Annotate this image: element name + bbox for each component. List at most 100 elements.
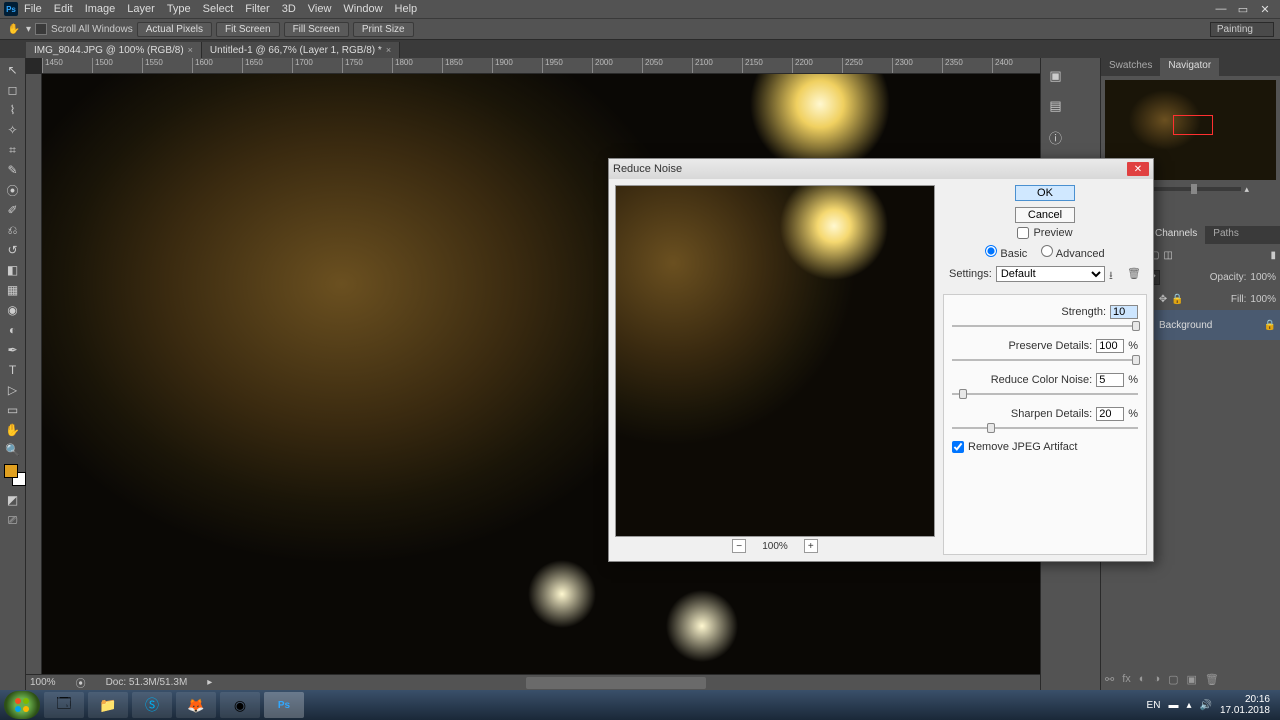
eyedropper-tool-icon[interactable]: ✎	[2, 160, 24, 180]
type-tool-icon[interactable]: T	[2, 360, 24, 380]
crop-tool-icon[interactable]: ⌗	[2, 140, 24, 160]
tab-close-icon[interactable]: ×	[188, 45, 193, 55]
menu-select[interactable]: Select	[203, 3, 234, 15]
lasso-tool-icon[interactable]: ⌇	[2, 100, 24, 120]
preserve-details-input[interactable]	[1096, 339, 1124, 353]
tab-img8044[interactable]: IMG_8044.JPG @ 100% (RGB/8)×	[26, 42, 202, 58]
taskbar-folder-icon[interactable]: 📁	[88, 692, 128, 718]
fill-adj-icon[interactable]: ◑	[1153, 673, 1160, 685]
lock-all-icon[interactable]: 🔒	[1171, 294, 1183, 305]
advanced-radio[interactable]	[1041, 245, 1053, 257]
swatches-tab[interactable]: Swatches	[1101, 58, 1160, 76]
filter-toggle[interactable]: ▮	[1270, 250, 1276, 261]
nav-zoom-slider[interactable]	[1141, 187, 1241, 191]
brush-tool-icon[interactable]: ✐	[2, 200, 24, 220]
trash-icon[interactable]: 🗑	[1205, 673, 1219, 686]
tab-close-icon[interactable]: ×	[386, 45, 391, 55]
actions-panel-icon[interactable]: ▤	[1049, 98, 1061, 114]
hand-tool-icon[interactable]: ✋	[2, 420, 24, 440]
lock-pos-icon[interactable]: ✥	[1159, 294, 1167, 305]
dialog-titlebar[interactable]: Reduce Noise ✕	[609, 159, 1153, 179]
print-size-button[interactable]: Print Size	[353, 22, 414, 37]
navigator-tab[interactable]: Navigator	[1160, 58, 1219, 76]
gradient-tool-icon[interactable]: ▦	[2, 280, 24, 300]
navigator-viewport[interactable]	[1173, 115, 1213, 135]
fit-screen-button[interactable]: Fit Screen	[216, 22, 280, 37]
hand-tool-icon[interactable]: ✋	[6, 21, 22, 37]
preserve-slider[interactable]	[952, 355, 1138, 365]
start-button[interactable]	[4, 691, 40, 719]
layer-name[interactable]: Background	[1159, 320, 1212, 331]
tray-volume-icon[interactable]: 🔊	[1199, 700, 1211, 711]
menu-image[interactable]: Image	[85, 3, 116, 15]
workspace-menu[interactable]: Painting	[1210, 22, 1274, 37]
zoom-tool-icon[interactable]: 🔍	[2, 440, 24, 460]
jpeg-artifact-checkbox[interactable]	[952, 441, 964, 453]
taskbar-chrome-icon[interactable]: ◉	[220, 692, 260, 718]
tray-up-icon[interactable]: ▴	[1186, 700, 1191, 711]
zoom-out-button[interactable]: −	[732, 539, 746, 553]
strength-slider[interactable]	[952, 321, 1138, 331]
paths-tab[interactable]: Paths	[1205, 226, 1247, 244]
screenmode-icon[interactable]: ⎚	[2, 510, 24, 530]
quickmask-icon[interactable]: ◩	[2, 490, 24, 510]
cancel-button[interactable]: Cancel	[1015, 207, 1075, 223]
move-tool-icon[interactable]: ↖	[2, 60, 24, 80]
minimize-button[interactable]: ―	[1210, 2, 1232, 16]
opacity-value[interactable]: 100%	[1250, 272, 1276, 283]
save-preset-icon[interactable]: ⭳	[1109, 267, 1123, 281]
pen-tool-icon[interactable]: ✒	[2, 340, 24, 360]
menu-file[interactable]: File	[24, 3, 42, 15]
preview-checkbox[interactable]	[1017, 227, 1029, 239]
color-swatch[interactable]	[4, 464, 22, 482]
shape-tool-icon[interactable]: ▭	[2, 400, 24, 420]
basic-radio[interactable]	[985, 245, 997, 257]
color-slider[interactable]	[952, 389, 1138, 399]
delete-preset-icon[interactable]: 🗑	[1127, 267, 1141, 281]
ok-button[interactable]: OK	[1015, 185, 1075, 201]
tray-lang[interactable]: EN	[1147, 700, 1161, 711]
menu-layer[interactable]: Layer	[127, 3, 155, 15]
close-button[interactable]: ✕	[1254, 2, 1276, 16]
dialog-preview-image[interactable]	[615, 185, 935, 537]
maximize-button[interactable]: ▭	[1232, 2, 1254, 16]
menu-type[interactable]: Type	[167, 3, 191, 15]
info-panel-icon[interactable]: ⓘ	[1049, 128, 1062, 147]
marquee-tool-icon[interactable]: ◻	[2, 80, 24, 100]
dodge-tool-icon[interactable]: ◐	[2, 320, 24, 340]
taskbar-explorer-icon[interactable]: 🗔	[44, 692, 84, 718]
channels-tab[interactable]: Channels	[1147, 226, 1205, 244]
group-icon[interactable]: ▢	[1168, 673, 1178, 686]
taskbar-photoshop-icon[interactable]: Ps	[264, 692, 304, 718]
actual-pixels-button[interactable]: Actual Pixels	[137, 22, 212, 37]
zoom-in-button[interactable]: +	[804, 539, 818, 553]
strength-input[interactable]	[1110, 305, 1138, 319]
sharpen-input[interactable]	[1096, 407, 1124, 421]
color-noise-input[interactable]	[1096, 373, 1124, 387]
menu-window[interactable]: Window	[343, 3, 382, 15]
menu-filter[interactable]: Filter	[245, 3, 269, 15]
new-layer-icon[interactable]: ▣	[1187, 673, 1197, 686]
scroll-all-checkbox[interactable]	[35, 23, 47, 35]
heal-tool-icon[interactable]: ⦿	[2, 180, 24, 200]
history-brush-icon[interactable]: ↺	[2, 240, 24, 260]
tab-untitled[interactable]: Untitled-1 @ 66,7% (Layer 1, RGB/8) *×	[202, 42, 400, 58]
tray-flag-icon[interactable]: ▬	[1168, 700, 1178, 711]
stamp-tool-icon[interactable]: ⎌	[2, 220, 24, 240]
menu-help[interactable]: Help	[395, 3, 418, 15]
fx-icon[interactable]: fx	[1122, 673, 1131, 685]
path-tool-icon[interactable]: ▷	[2, 380, 24, 400]
menu-view[interactable]: View	[308, 3, 332, 15]
settings-select[interactable]: Default	[996, 266, 1105, 282]
nav-zoom-in-icon[interactable]: ▴	[1245, 184, 1250, 195]
taskbar-skype-icon[interactable]: Ⓢ	[132, 692, 172, 718]
menu-3d[interactable]: 3D	[282, 3, 296, 15]
wand-tool-icon[interactable]: ✧	[2, 120, 24, 140]
sharpen-slider[interactable]	[952, 423, 1138, 433]
tray-clock[interactable]: 20:1617.01.2018	[1220, 694, 1270, 716]
zoom-level[interactable]: 100%	[30, 677, 56, 688]
blur-tool-icon[interactable]: ◉	[2, 300, 24, 320]
scrollbar-horizontal[interactable]	[526, 677, 706, 689]
taskbar-firefox-icon[interactable]: 🦊	[176, 692, 216, 718]
eraser-tool-icon[interactable]: ◧	[2, 260, 24, 280]
